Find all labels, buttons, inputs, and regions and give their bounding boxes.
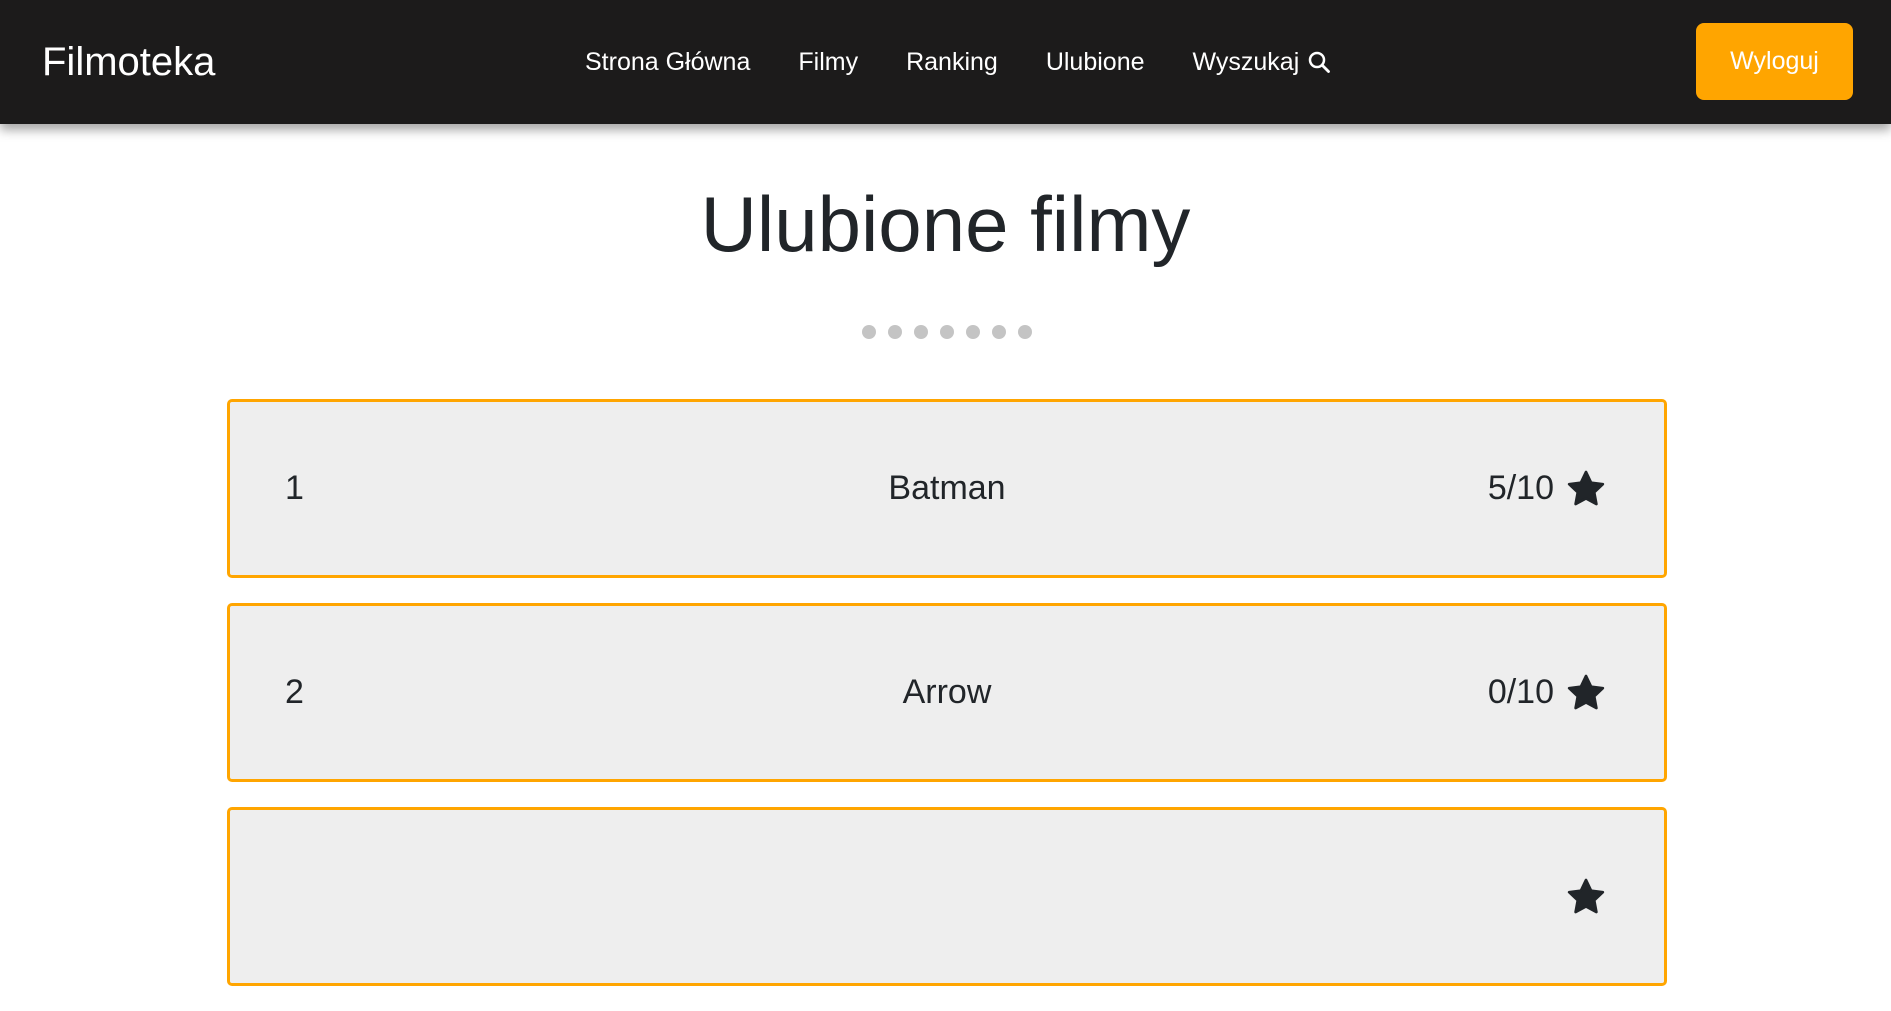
movie-row[interactable]: 2 Arrow 0/10 (227, 603, 1667, 782)
movie-row[interactable]: 1 Batman 5/10 (227, 399, 1667, 578)
nav-link-favorites[interactable]: Ulubione (1046, 44, 1145, 80)
movie-rating-value: 5/10 (1487, 469, 1554, 507)
search-icon (1309, 51, 1331, 73)
movie-rating: 0/10 (1488, 606, 1606, 779)
logout-button[interactable]: Wyloguj (1696, 23, 1853, 100)
movie-title (230, 810, 1664, 983)
star-icon (1566, 674, 1606, 712)
star-icon (1566, 878, 1606, 916)
navbar: Filmoteka Strona Główna Filmy Ranking Ul… (0, 0, 1891, 124)
movie-rating-value: 0/10 (1487, 673, 1554, 711)
loading-dot (862, 325, 876, 339)
loading-dot (966, 325, 980, 339)
movie-title: Batman (888, 469, 1006, 507)
movie-title: Arrow (902, 673, 992, 711)
loading-dot (940, 325, 954, 339)
loading-dot (1018, 325, 1032, 339)
brand-logo[interactable]: Filmoteka (42, 36, 215, 88)
movie-rating (1554, 810, 1606, 983)
movie-rating: 5/10 (1488, 402, 1606, 575)
loading-dot (888, 325, 902, 339)
star-icon (1566, 470, 1606, 508)
nav-link-ranking[interactable]: Ranking (906, 44, 998, 80)
movie-row[interactable] (227, 807, 1667, 986)
loading-dot (992, 325, 1006, 339)
loading-dot (914, 325, 928, 339)
nav-link-search-label: Wyszukaj (1192, 48, 1300, 76)
nav-link-search[interactable]: Wyszukaj (1193, 44, 1332, 80)
nav-link-movies[interactable]: Filmy (798, 44, 858, 80)
page-title: Ulubione filmy (700, 180, 1191, 268)
main-nav: Strona Główna Filmy Ranking Ulubione Wys… (585, 44, 1331, 80)
favorite-movies-list: 1 Batman 5/10 2 Arrow 0/10 (227, 399, 1667, 1011)
nav-link-home[interactable]: Strona Główna (585, 44, 750, 80)
loading-dots (862, 325, 1032, 339)
